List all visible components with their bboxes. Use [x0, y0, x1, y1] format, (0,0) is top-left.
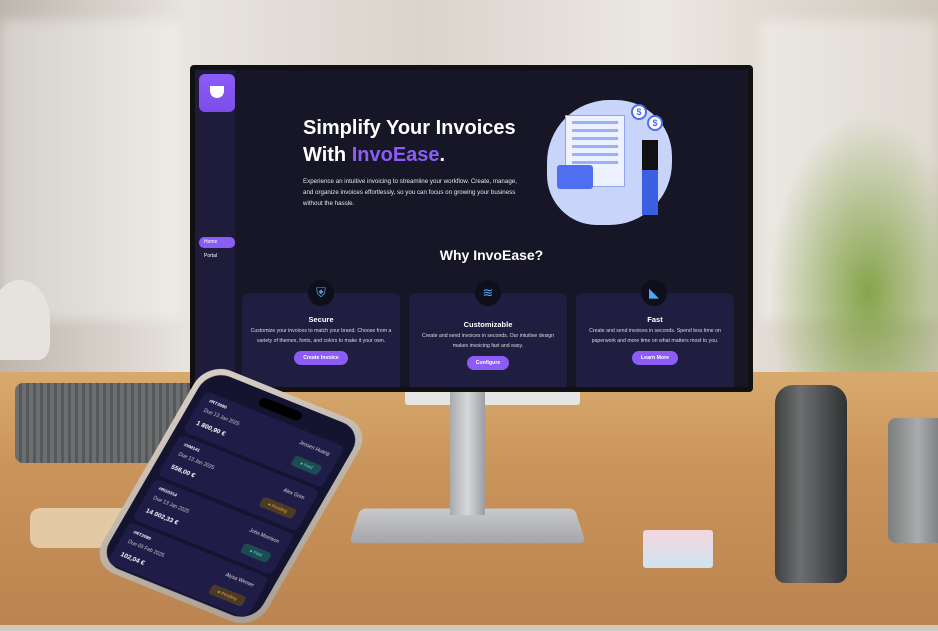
invoice-amount: 14 002,33 € [144, 507, 180, 527]
configure-button[interactable]: Configure [466, 356, 510, 370]
invoice-client: Alex Grim [282, 487, 306, 502]
feature-description: Create and send invoices in seconds. Our… [421, 333, 555, 349]
monitor-stand [450, 385, 485, 515]
hero-description: Experience an intuitive invoicing to str… [303, 178, 517, 207]
hero-title-line1: Simplify Your Invoices [303, 117, 516, 139]
feature-title: Fast [647, 315, 663, 324]
plant-pot [888, 418, 938, 543]
invoice-client: John Morrison [247, 527, 281, 545]
water-bottle [775, 385, 847, 583]
feature-description: Customize your invoices to match your br… [250, 328, 392, 344]
logo-icon[interactable] [199, 74, 235, 112]
monitor-screen: Home Portal Simplify Your Invoices With … [195, 70, 748, 387]
hero-title: Simplify Your Invoices With InvoEase. [303, 115, 516, 169]
person-illustration [642, 140, 658, 215]
invoice-amount: 556,00 € [169, 463, 197, 480]
invoice-id: #RG0314 [157, 485, 179, 498]
feature-title: Secure [308, 315, 334, 324]
feature-card-secure: Secure Customize your invoices to match … [242, 293, 400, 387]
dollar-coin-icon: $ [631, 104, 647, 120]
feature-description: Create and send invoices in seconds. Spe… [589, 328, 721, 344]
invoice-id: #RT3080 [208, 398, 228, 410]
credit-card-icon [557, 165, 593, 189]
dollar-coin-icon: $ [647, 115, 663, 131]
invoice-id: #RT2080 [132, 529, 153, 541]
create-invoice-button[interactable]: Create Invoice [294, 351, 348, 365]
hero-title-prefix: With [303, 144, 352, 166]
invoice-amount: 102,04 € [118, 551, 146, 567]
status-label: Pending [220, 590, 238, 602]
invoice-client: Alysa Werner [224, 572, 255, 589]
why-heading: Why InvoEase? [439, 247, 544, 263]
status-badge: ● Paid [290, 455, 323, 476]
invoice-client: Jensen Huang [297, 440, 331, 458]
shield-icon: ⛨ [308, 280, 334, 306]
learn-more-button[interactable]: Learn More [632, 351, 678, 365]
brand-name: InvoEase [351, 144, 440, 166]
sliders-icon: ≋ [475, 280, 501, 306]
fast-icon: ◣ [641, 280, 667, 306]
hero-title-line2: With InvoEase. [303, 142, 516, 169]
sticky-notes [643, 530, 713, 568]
status-label: Paid [302, 462, 314, 471]
sidebar: Home Portal [195, 70, 235, 387]
invoice-id: #XM141 [183, 442, 202, 453]
invoice-amount: 1 800,90 € [194, 420, 227, 438]
feature-card-customizable: Customizable Create and send invoices in… [409, 293, 567, 387]
status-badge: ● Pending [207, 583, 247, 607]
status-badge: ● Paid [239, 542, 273, 564]
hero-title-suffix: . [439, 144, 446, 166]
feature-title: Customizable [463, 320, 513, 329]
feature-card-fast: Fast Create and send invoices in seconds… [576, 293, 734, 387]
status-badge: ● Pending [257, 496, 298, 520]
status-label: Paid [252, 549, 264, 558]
status-label: Pending [270, 503, 289, 514]
window-light [0, 20, 180, 320]
